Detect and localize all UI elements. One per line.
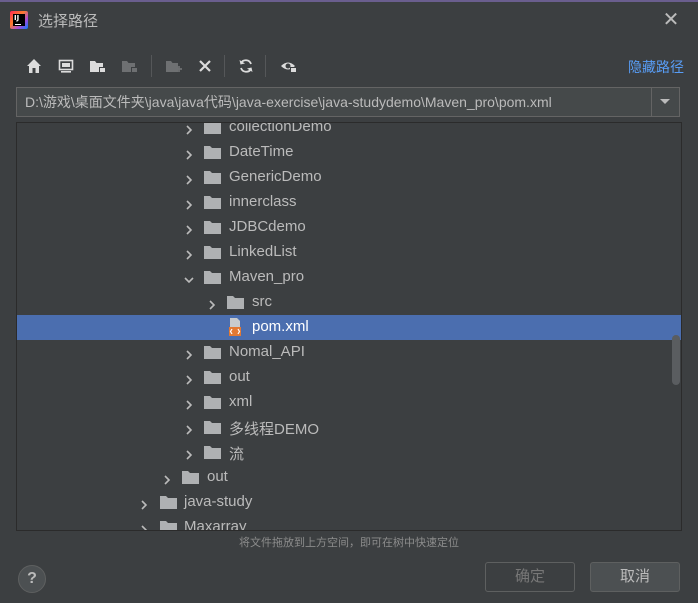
tree-item-label: Maven_pro bbox=[229, 268, 305, 285]
folder-icon bbox=[204, 370, 222, 385]
path-input[interactable] bbox=[17, 88, 651, 116]
tree-item-label: LinkedList bbox=[229, 243, 297, 260]
folder-icon bbox=[204, 123, 222, 135]
folder-icon bbox=[204, 445, 222, 460]
toolbar-separator bbox=[265, 55, 266, 77]
chevron-right-icon[interactable] bbox=[184, 422, 194, 435]
intellij-logo-icon: IJ bbox=[10, 11, 28, 29]
chevron-right-icon[interactable] bbox=[184, 147, 194, 160]
toolbar-separator bbox=[151, 55, 152, 77]
chevron-right-icon[interactable] bbox=[184, 197, 194, 210]
tree-row[interactable]: Maven_pro bbox=[17, 265, 681, 290]
tree-item-label: xml bbox=[229, 393, 253, 410]
tree-row[interactable]: out bbox=[17, 365, 681, 390]
chevron-right-icon[interactable] bbox=[184, 247, 194, 260]
chevron-right-icon[interactable] bbox=[184, 447, 194, 460]
folder-icon bbox=[204, 395, 222, 410]
folder-icon bbox=[227, 295, 245, 310]
toolbar-separator bbox=[224, 55, 225, 77]
folder-icon bbox=[204, 270, 222, 285]
tree-row[interactable]: 流 bbox=[17, 440, 681, 465]
chevron-right-icon[interactable] bbox=[184, 123, 194, 135]
module-folder-icon[interactable] bbox=[118, 54, 142, 78]
ok-button[interactable]: 确定 bbox=[485, 562, 575, 592]
tree-row[interactable]: LinkedList bbox=[17, 240, 681, 265]
cancel-button[interactable]: 取消 bbox=[590, 562, 680, 592]
chevron-right-icon[interactable] bbox=[207, 297, 217, 310]
folder-icon bbox=[204, 245, 222, 260]
chevron-right-icon[interactable] bbox=[184, 372, 194, 385]
title-bar: IJ 选择路径 ✕ bbox=[0, 2, 698, 38]
tree-row[interactable]: GenericDemo bbox=[17, 165, 681, 190]
tree-item-label: 流 bbox=[229, 446, 245, 463]
chevron-right-icon[interactable] bbox=[139, 497, 149, 510]
scrollbar-thumb[interactable] bbox=[672, 335, 680, 385]
toolbar bbox=[20, 52, 320, 80]
tree-row[interactable]: 多线程DEMO bbox=[17, 415, 681, 440]
chevron-right-icon[interactable] bbox=[184, 222, 194, 235]
tree-row[interactable]: Nomal_API bbox=[17, 340, 681, 365]
tree-row[interactable]: out bbox=[17, 465, 681, 490]
chevron-right-icon[interactable] bbox=[139, 522, 149, 530]
tree-item-label: src bbox=[252, 293, 272, 310]
folder-icon bbox=[160, 520, 178, 530]
xml-file-icon bbox=[227, 318, 245, 336]
hide-path-link[interactable]: 隐藏路径 bbox=[628, 57, 684, 77]
close-button[interactable]: ✕ bbox=[662, 9, 680, 29]
folder-icon bbox=[204, 145, 222, 160]
tree-row[interactable]: DateTime bbox=[17, 140, 681, 165]
tree-item-label: innerclass bbox=[229, 193, 297, 210]
chevron-down-icon[interactable] bbox=[184, 272, 194, 284]
chevron-down-icon[interactable] bbox=[651, 88, 679, 116]
tree-item-label: 多线程DEMO bbox=[229, 421, 320, 438]
tree-row[interactable]: Maxarray bbox=[17, 515, 681, 531]
tree-row[interactable]: src bbox=[17, 290, 681, 315]
tree-row[interactable]: collectionDemo bbox=[17, 122, 681, 140]
tree-item-label: GenericDemo bbox=[229, 168, 322, 185]
file-tree[interactable]: Maxarray java-study out 流多线程DEMO xml out Nomal… bbox=[16, 122, 682, 531]
path-combobox[interactable] bbox=[16, 87, 680, 117]
drop-hint: 将文件拖放到上方空间，即可在树中快速定位 bbox=[239, 537, 459, 549]
dialog-title: 选择路径 bbox=[38, 13, 99, 30]
folder-icon bbox=[182, 470, 200, 485]
refresh-icon[interactable] bbox=[234, 54, 258, 78]
chevron-right-icon[interactable] bbox=[184, 347, 194, 360]
tree-item-label: collectionDemo bbox=[229, 122, 332, 135]
project-folder-icon[interactable] bbox=[86, 54, 110, 78]
tree-item-label: pom.xml bbox=[252, 318, 309, 335]
tree-item-label: out bbox=[229, 368, 250, 385]
folder-icon bbox=[160, 495, 178, 510]
tree-item-label: Maxarray bbox=[184, 518, 247, 531]
new-folder-icon[interactable] bbox=[162, 54, 186, 78]
tree-row[interactable]: JDBCdemo bbox=[17, 215, 681, 240]
tree-row[interactable]: pom.xml bbox=[17, 315, 681, 340]
chevron-right-icon[interactable] bbox=[162, 472, 172, 485]
chevron-right-icon[interactable] bbox=[184, 172, 194, 185]
tree-item-label: java-study bbox=[184, 493, 253, 510]
folder-icon bbox=[204, 345, 222, 360]
chevron-right-icon[interactable] bbox=[184, 397, 194, 410]
tree-row[interactable]: xml bbox=[17, 390, 681, 415]
tree-item-label: DateTime bbox=[229, 143, 294, 160]
desktop-icon[interactable] bbox=[54, 54, 78, 78]
help-button[interactable]: ? bbox=[18, 565, 46, 593]
folder-icon bbox=[204, 195, 222, 210]
tree-row[interactable]: innerclass bbox=[17, 190, 681, 215]
home-icon[interactable] bbox=[22, 54, 46, 78]
show-hidden-icon[interactable] bbox=[277, 54, 301, 78]
tree-item-label: Nomal_API bbox=[229, 343, 305, 360]
tree-row[interactable]: java-study bbox=[17, 490, 681, 515]
delete-icon[interactable] bbox=[193, 54, 217, 78]
folder-icon bbox=[204, 420, 222, 435]
folder-icon bbox=[204, 170, 222, 185]
folder-icon bbox=[204, 220, 222, 235]
tree-item-label: out bbox=[207, 468, 228, 485]
tree-item-label: JDBCdemo bbox=[229, 218, 306, 235]
